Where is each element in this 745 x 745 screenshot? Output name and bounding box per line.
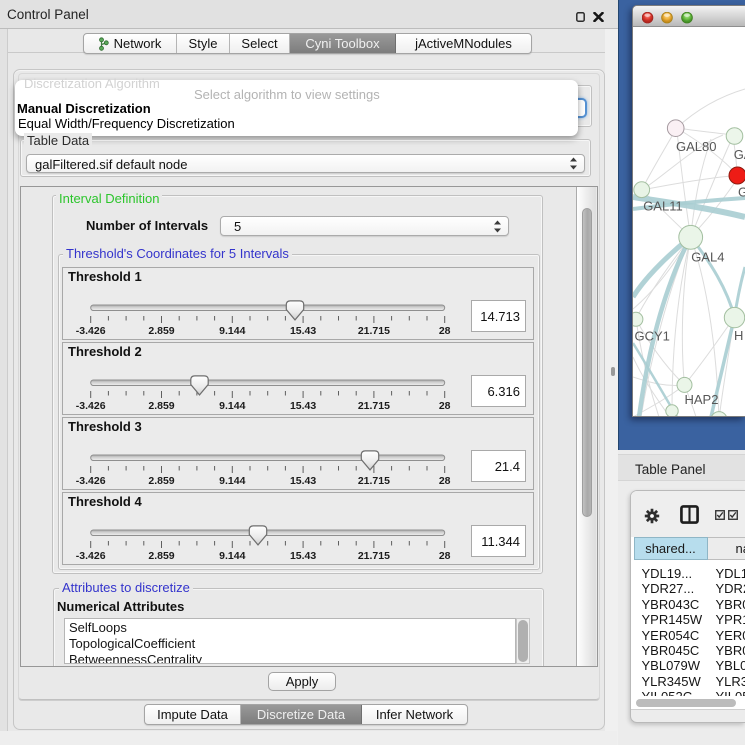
svg-text:-3.426: -3.426 [76,550,106,562]
svg-text:GA: GA [734,147,745,162]
svg-text:2.859: 2.859 [148,325,174,337]
svg-text:15.43: 15.43 [290,400,316,412]
svg-text:2.859: 2.859 [148,400,174,412]
svg-text:2.859: 2.859 [148,550,174,562]
svg-text:15.43: 15.43 [290,475,316,487]
svg-text:28: 28 [439,400,451,412]
svg-text:G: G [738,185,745,200]
svg-text:21.715: 21.715 [358,325,390,337]
svg-text:28: 28 [439,475,451,487]
svg-text:GAL4: GAL4 [691,250,724,265]
svg-text:9.144: 9.144 [219,550,245,562]
svg-text:H: H [734,328,743,343]
svg-text:-3.426: -3.426 [76,400,106,412]
svg-text:-3.426: -3.426 [76,475,106,487]
svg-text:-3.426: -3.426 [76,325,106,337]
svg-text:GAL80: GAL80 [676,139,716,154]
svg-text:21.715: 21.715 [358,475,390,487]
svg-text:2.859: 2.859 [148,475,174,487]
svg-text:9.144: 9.144 [219,475,245,487]
svg-text:28: 28 [439,550,451,562]
svg-text:28: 28 [439,325,451,337]
svg-text:GCY1: GCY1 [635,329,670,344]
svg-text:21.715: 21.715 [358,550,390,562]
svg-text:GAL11: GAL11 [643,199,683,214]
svg-text:9.144: 9.144 [219,400,245,412]
svg-text:15.43: 15.43 [290,550,316,562]
svg-text:15.43: 15.43 [290,325,316,337]
svg-text:HAP2: HAP2 [685,392,719,407]
svg-text:9.144: 9.144 [219,325,245,337]
svg-text:21.715: 21.715 [358,400,390,412]
